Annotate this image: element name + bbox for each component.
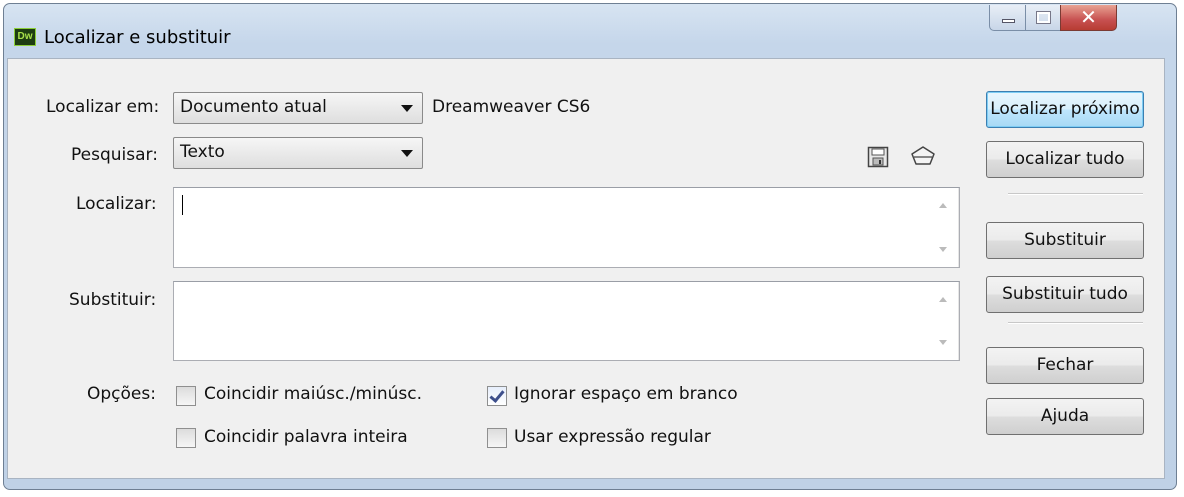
scroll-up-icon[interactable] [939,297,947,302]
dropdown-arrow-icon [401,150,413,157]
close-window-button[interactable]: ✕ [1060,5,1117,31]
search-in-context: Dreamweaver CS6 [432,97,591,117]
replace-button[interactable]: Substituir [986,222,1144,259]
minimize-button[interactable] [989,5,1026,31]
match-case-label[interactable]: Coincidir maiúsc./minúsc. [204,384,422,404]
find-label: Localizar: [76,194,157,214]
separator [1008,322,1143,324]
replace-textarea[interactable] [173,281,960,361]
help-button[interactable]: Ajuda [986,398,1144,435]
find-next-button[interactable]: Localizar próximo [986,91,1144,128]
minimize-icon [1002,19,1015,23]
window-title: Localizar e substituir [44,27,231,48]
match-case-checkbox[interactable] [176,386,196,406]
search-type-dropdown[interactable]: Texto [173,137,423,169]
scroll-down-icon[interactable] [939,340,947,345]
whole-word-label[interactable]: Coincidir palavra inteira [204,427,408,447]
ignore-whitespace-checkbox[interactable] [487,386,507,406]
maximize-button[interactable] [1025,5,1061,31]
close-icon: ✕ [1080,5,1097,29]
scroll-up-icon[interactable] [939,203,947,208]
regex-checkbox[interactable] [487,428,507,448]
replace-all-button[interactable]: Substituir tudo [986,276,1144,313]
scroll-down-icon[interactable] [939,247,947,252]
find-textarea[interactable] [173,187,960,268]
whole-word-checkbox[interactable] [176,428,196,448]
options-label: Opções: [87,384,156,404]
search-in-label: Localizar em: [46,97,160,117]
regex-label[interactable]: Usar expressão regular [514,427,711,447]
close-button[interactable]: Fechar [986,347,1144,384]
separator [1008,193,1143,195]
floppy-disk-icon[interactable] [867,146,889,168]
title-bar[interactable]: Dw Localizar e substituir ✕ [4,4,1176,64]
maximize-icon [1037,12,1050,23]
scrollbar-track[interactable] [958,188,959,267]
ignore-whitespace-label[interactable]: Ignorar espaço em branco [514,384,738,404]
dropdown-arrow-icon [401,105,413,112]
replace-label: Substituir: [69,290,157,310]
text-caret [182,195,183,215]
dreamweaver-app-icon: Dw [14,28,36,46]
search-type-label: Pesquisar: [71,145,158,165]
find-all-button[interactable]: Localizar tudo [986,141,1144,178]
search-type-value: Texto [180,142,225,162]
scrollbar-track[interactable] [958,282,959,360]
search-in-value: Documento atual [180,97,327,117]
search-in-dropdown[interactable]: Documento atual [173,92,423,124]
open-folder-icon[interactable] [910,144,936,168]
